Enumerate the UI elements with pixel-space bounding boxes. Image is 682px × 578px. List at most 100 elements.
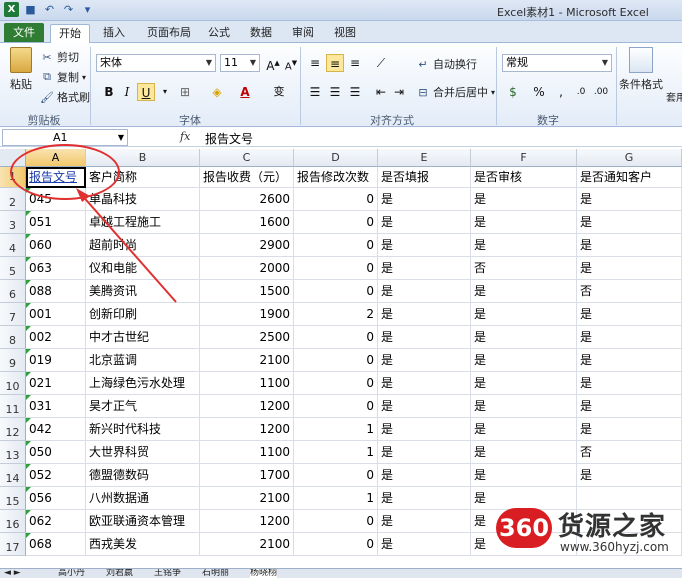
align-center-icon[interactable]: ☰ [326, 83, 344, 101]
cell[interactable]: 是 [577, 372, 682, 395]
cell[interactable]: 2000 [200, 257, 294, 280]
cell[interactable]: 是 [378, 487, 471, 510]
cell[interactable]: 美腾资讯 [86, 280, 200, 303]
align-middle-icon[interactable]: ≡ [326, 54, 344, 72]
cell[interactable]: 是 [378, 303, 471, 326]
cell[interactable]: 1900 [200, 303, 294, 326]
cell[interactable]: 1 [294, 418, 378, 441]
decrease-decimal-icon[interactable]: .00 [592, 83, 610, 101]
align-left-icon[interactable]: ☰ [306, 83, 324, 101]
phonetic-icon[interactable]: 变 [270, 83, 288, 101]
underline-button[interactable]: U [137, 83, 155, 101]
sheet-tab[interactable]: 王铭争 [154, 569, 181, 578]
borders-icon[interactable]: ⊞ [176, 83, 194, 101]
row-header[interactable]: 13 [0, 441, 26, 464]
column-header-g[interactable]: G [577, 149, 682, 167]
cell[interactable]: 2500 [200, 326, 294, 349]
cell[interactable]: 仪和电能 [86, 257, 200, 280]
cell[interactable]: 031 [26, 395, 86, 418]
cut-button[interactable]: ✂ 剪切 [40, 49, 79, 65]
font-color-icon[interactable]: A [236, 83, 254, 101]
cell[interactable]: 是 [471, 234, 577, 257]
cell[interactable]: 是 [577, 257, 682, 280]
cell[interactable]: 是 [471, 326, 577, 349]
cell[interactable]: 0 [294, 395, 378, 418]
sheet-tab-active[interactable]: 杨晓栩 [250, 569, 278, 578]
cell[interactable]: 是 [378, 211, 471, 234]
chevron-down-icon[interactable]: ▼ [203, 55, 215, 71]
cell[interactable]: 是 [378, 418, 471, 441]
cell[interactable]: 2900 [200, 234, 294, 257]
cell[interactable]: 是否审核 [471, 167, 577, 188]
save-icon[interactable]: ■ [23, 2, 38, 17]
cell[interactable]: 1600 [200, 211, 294, 234]
tab-formulas[interactable]: 公式 [202, 24, 236, 43]
cell[interactable]: 002 [26, 326, 86, 349]
cell[interactable]: 超前时尚 [86, 234, 200, 257]
cell[interactable]: 德盟德数码 [86, 464, 200, 487]
cell[interactable]: 报告修改次数 [294, 167, 378, 188]
cell[interactable]: 卓越工程施工 [86, 211, 200, 234]
cell[interactable]: 是 [577, 464, 682, 487]
cell[interactable]: 0 [294, 349, 378, 372]
comma-style-icon[interactable]: , [552, 83, 570, 101]
cell[interactable]: 056 [26, 487, 86, 510]
bold-button[interactable]: B [100, 83, 118, 101]
cell[interactable]: 1 [294, 441, 378, 464]
cell[interactable]: 1200 [200, 418, 294, 441]
cell[interactable]: 大世界科贸 [86, 441, 200, 464]
sheet-tab[interactable]: 石明丽 [202, 569, 229, 578]
sheet-tab[interactable]: 高小丹 [58, 569, 85, 578]
cell[interactable]: 060 [26, 234, 86, 257]
column-header-e[interactable]: E [378, 149, 471, 167]
cell[interactable]: 052 [26, 464, 86, 487]
cell[interactable]: 1100 [200, 372, 294, 395]
row-header[interactable]: 6 [0, 280, 26, 303]
cell[interactable]: 1200 [200, 510, 294, 533]
font-size-combo[interactable]: 11 ▼ [220, 54, 260, 72]
cell[interactable]: 0 [294, 372, 378, 395]
shrink-font-button[interactable]: A▼ [282, 54, 300, 72]
cell[interactable]: 报告收费（元） [200, 167, 294, 188]
cell[interactable]: 否 [471, 257, 577, 280]
currency-icon[interactable]: $ [504, 83, 522, 101]
cell[interactable]: 0 [294, 464, 378, 487]
cell[interactable]: 2 [294, 303, 378, 326]
row-header[interactable]: 12 [0, 418, 26, 441]
cell[interactable]: 八州数据通 [86, 487, 200, 510]
cell[interactable]: 001 [26, 303, 86, 326]
cell[interactable]: 是 [471, 372, 577, 395]
align-right-icon[interactable]: ☰ [346, 83, 364, 101]
cell[interactable]: 是 [378, 395, 471, 418]
cell[interactable]: 否 [577, 280, 682, 303]
column-header-f[interactable]: F [471, 149, 577, 167]
cell[interactable]: 是 [577, 349, 682, 372]
row-header[interactable]: 16 [0, 510, 26, 533]
cell[interactable]: 是 [378, 326, 471, 349]
fill-color-icon[interactable]: ◈ [208, 83, 226, 101]
row-header[interactable]: 11 [0, 395, 26, 418]
cell[interactable]: 新兴时代科技 [86, 418, 200, 441]
wrap-text-button[interactable]: ↵ 自动换行 [416, 56, 477, 72]
chevron-down-icon[interactable]: ▼ [599, 55, 611, 71]
merge-center-button[interactable]: ⊟ 合并后居中 ▾ [416, 84, 495, 100]
redo-icon[interactable]: ↷ [61, 2, 76, 17]
insert-function-icon[interactable]: fx [180, 130, 190, 143]
cell[interactable]: 创新印刷 [86, 303, 200, 326]
cell[interactable]: 042 [26, 418, 86, 441]
tab-file[interactable]: 文件 [4, 23, 44, 42]
align-top-icon[interactable]: ≡ [306, 54, 324, 72]
cell[interactable]: 是 [471, 464, 577, 487]
decrease-indent-icon[interactable]: ⇤ [372, 83, 390, 101]
row-header[interactable]: 8 [0, 326, 26, 349]
row-header[interactable]: 3 [0, 211, 26, 234]
cell[interactable]: 是否填报 [378, 167, 471, 188]
cell[interactable]: 是 [378, 234, 471, 257]
cell[interactable]: 0 [294, 280, 378, 303]
font-name-combo[interactable]: 宋体 ▼ [96, 54, 216, 72]
conditional-format-button[interactable]: 条件格式 [619, 47, 663, 92]
cell[interactable]: 063 [26, 257, 86, 280]
cell[interactable]: 是 [471, 211, 577, 234]
cell[interactable]: 0 [294, 234, 378, 257]
cell[interactable]: 0 [294, 533, 378, 556]
